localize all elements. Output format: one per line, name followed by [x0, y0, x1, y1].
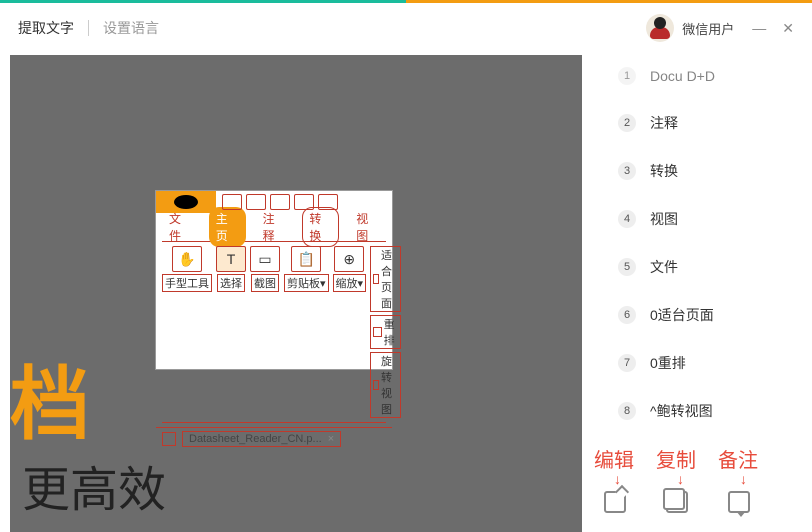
clipboard-tool-label: 剪贴板▾	[284, 274, 329, 292]
pencil-icon[interactable]	[162, 432, 176, 446]
arrow-down-icon: ↓	[740, 471, 747, 487]
result-item-7[interactable]: 7 0重排	[618, 353, 788, 373]
arrow-down-icon: ↓	[677, 471, 684, 487]
tab-close-icon[interactable]: ×	[328, 433, 334, 445]
result-label: 文件	[650, 257, 678, 277]
result-num: 4	[618, 210, 636, 228]
app-logo-area	[156, 191, 216, 213]
result-label: 转换	[650, 161, 678, 181]
background-text: 更高效	[22, 450, 166, 520]
result-item-1[interactable]: 1 Docu D+D	[618, 67, 788, 85]
clipboard-tool-icon[interactable]: 📋	[291, 246, 321, 272]
note-button[interactable]	[728, 491, 750, 513]
preview-area: 档 更高效 文件 主页 注释 转换 视图 ✋ 手型工具	[10, 55, 582, 532]
result-num: 3	[618, 162, 636, 180]
arrow-down-icon: ↓	[614, 471, 621, 487]
header: 提取文字 设置语言 微信用户 — ✕	[0, 3, 812, 53]
screenshot-tool-label: 截图	[251, 274, 279, 292]
anno-copy-label: 复制	[656, 444, 696, 473]
hand-tool-label: 手型工具	[162, 274, 212, 292]
result-label: ^鲍转视图	[650, 401, 713, 421]
rotate-view-button[interactable]: 旋转视图	[370, 352, 401, 418]
reflow-icon	[373, 327, 382, 337]
tab-convert[interactable]: 转换	[302, 207, 339, 247]
avatar[interactable]	[646, 14, 674, 42]
result-item-4[interactable]: 4 视图	[618, 209, 788, 229]
result-num: 8	[618, 402, 636, 420]
result-num: 2	[618, 114, 636, 132]
fit-page-button[interactable]: 适合页面	[370, 246, 401, 312]
undo-icon[interactable]	[294, 194, 314, 210]
copy-button[interactable]	[666, 491, 688, 513]
zoom-tool-icon[interactable]: ⊕	[334, 246, 364, 272]
save-icon[interactable]	[246, 194, 266, 210]
extract-text-button[interactable]: 提取文字	[18, 18, 74, 38]
username-label: 微信用户	[682, 19, 734, 38]
result-num: 6	[618, 306, 636, 324]
open-icon[interactable]	[222, 194, 242, 210]
result-num: 7	[618, 354, 636, 372]
annotation-callouts: 编辑 复制 备注 ↓ ↓ ↓	[586, 444, 806, 524]
set-language-button[interactable]: 设置语言	[103, 18, 159, 38]
select-tool-label: 选择	[217, 274, 245, 292]
tab-annotate[interactable]: 注释	[256, 207, 293, 247]
tab-home[interactable]: 主页	[209, 207, 246, 247]
screenshot-tool-icon[interactable]: ▭	[250, 246, 280, 272]
divider	[88, 20, 89, 36]
edit-button[interactable]	[604, 491, 626, 513]
result-num: 1	[618, 67, 636, 85]
reflow-button[interactable]: 重排	[370, 315, 401, 349]
result-item-6[interactable]: 6 0适台页面	[618, 305, 788, 325]
tab-file[interactable]: 文件	[162, 207, 199, 247]
anno-edit-label: 编辑	[594, 444, 634, 473]
result-item-2[interactable]: 2 注释	[618, 113, 788, 133]
tab-view[interactable]: 视图	[349, 207, 386, 247]
result-item-8[interactable]: 8 ^鲍转视图	[618, 401, 788, 421]
redo-icon[interactable]	[318, 194, 338, 210]
result-label: 0适台页面	[650, 305, 714, 325]
result-label: 0重排	[650, 353, 686, 373]
result-item-5[interactable]: 5 文件	[618, 257, 788, 277]
result-label: 视图	[650, 209, 678, 229]
background-glyph: 档	[10, 365, 90, 445]
result-label: Docu D+D	[650, 68, 715, 84]
nested-app-window: 文件 主页 注释 转换 视图 ✋ 手型工具 T 选择 ▭ 截图 📋 剪贴板▾	[155, 190, 393, 370]
zoom-tool-label: 缩放▾	[333, 274, 367, 292]
document-tab[interactable]: Datasheet_Reader_CN.p... ×	[182, 431, 341, 447]
result-num: 5	[618, 258, 636, 276]
fit-page-icon	[373, 274, 379, 284]
close-button[interactable]: ✕	[782, 20, 794, 37]
select-tool-icon[interactable]: T	[216, 246, 246, 272]
anno-note-label: 备注	[718, 444, 758, 473]
minimize-button[interactable]: —	[752, 20, 766, 37]
result-label: 注释	[650, 113, 678, 133]
result-item-3[interactable]: 3 转换	[618, 161, 788, 181]
hand-tool-icon[interactable]: ✋	[172, 246, 202, 272]
print-icon[interactable]	[270, 194, 290, 210]
rotate-icon	[373, 380, 379, 390]
document-tab-label: Datasheet_Reader_CN.p...	[189, 433, 322, 445]
